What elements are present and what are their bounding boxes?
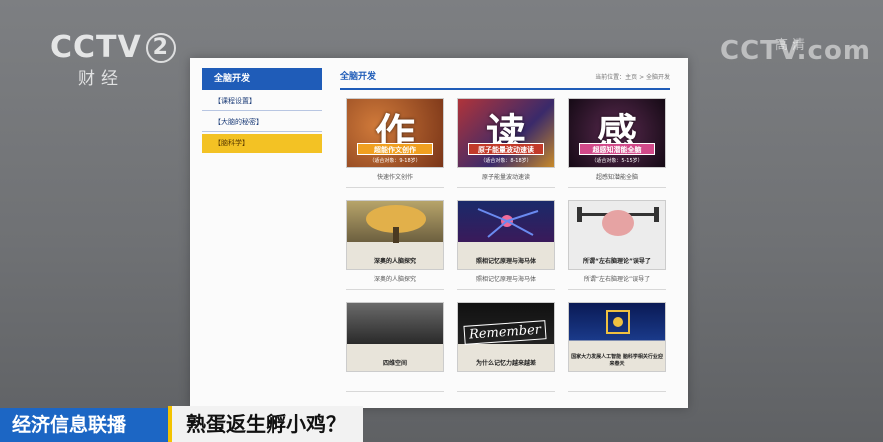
thumb-caption: 四维空间 bbox=[382, 360, 407, 367]
course-card[interactable]: Remember 为什么记忆力越来越差 bbox=[457, 302, 555, 392]
course-thumbnail[interactable]: 所谓“左右脑理论”误导了 bbox=[568, 200, 666, 270]
web-page: 全脑开发 【课程设置】 【大脑的秘密】 【脑科学】 全脑开发 当前位置：主页 >… bbox=[190, 58, 688, 408]
course-card[interactable]: 四维空间 bbox=[346, 302, 444, 392]
course-title[interactable]: 深奥的人脑探究 bbox=[346, 270, 444, 290]
main-header: 全脑开发 当前位置：主页 > 全脑开发 bbox=[340, 68, 670, 90]
thumb-caption: 深奥的人脑探究 bbox=[373, 258, 416, 265]
course-card[interactable]: 作 超能作文创作 （适合对象：9-18岁） 快速作文创作 bbox=[346, 98, 444, 188]
thumb-note: （适合对象：8-18岁） bbox=[480, 158, 532, 164]
course-thumbnail[interactable]: Remember 为什么记忆力越来越差 bbox=[457, 302, 555, 372]
course-title[interactable]: 超感知潜能全脑 bbox=[568, 168, 666, 188]
course-thumbnail[interactable]: 国家大力发展人工智能 脑科学相关行业迎来春天 bbox=[568, 302, 666, 372]
breadcrumb: 当前位置：主页 > 全脑开发 bbox=[595, 74, 670, 81]
course-thumbnail[interactable]: 读 原子能量波动速读 （适合对象：8-18岁） bbox=[457, 98, 555, 168]
course-card[interactable]: 深奥的人脑探究 深奥的人脑探究 bbox=[346, 200, 444, 290]
course-thumbnail[interactable]: 深奥的人脑探究 bbox=[346, 200, 444, 270]
course-card[interactable]: 感 超感知潜能全脑 （适合对象：5-15岁） 超感知潜能全脑 bbox=[568, 98, 666, 188]
neuron-icon bbox=[477, 208, 539, 238]
course-thumbnail[interactable]: 作 超能作文创作 （适合对象：9-18岁） bbox=[346, 98, 444, 168]
channel-sub-label: 财经 bbox=[78, 69, 124, 89]
channel-logo-text: CCTV bbox=[50, 30, 142, 65]
channel-number: 2 bbox=[145, 33, 176, 63]
sidebar-title: 全脑开发 bbox=[202, 68, 322, 90]
course-thumbnail[interactable]: 感 超感知潜能全脑 （适合对象：5-15岁） bbox=[568, 98, 666, 168]
ai-chip-icon bbox=[606, 310, 630, 334]
cctv2-logo: CCTV 2 bbox=[50, 30, 176, 65]
course-title[interactable] bbox=[346, 372, 444, 392]
course-grid: 作 超能作文创作 （适合对象：9-18岁） 快速作文创作 读 原子能量波动速读 … bbox=[346, 98, 666, 392]
program-name-banner: 经济信息联播 bbox=[0, 408, 168, 442]
sidebar: 全脑开发 【课程设置】 【大脑的秘密】 【脑科学】 bbox=[202, 68, 322, 153]
thumb-note: （适合对象：9-18岁） bbox=[369, 158, 421, 164]
thumb-banner: 超能作文创作 bbox=[357, 143, 433, 155]
brain-dumbbell-icon bbox=[577, 207, 659, 236]
thumb-note: （适合对象：5-15岁） bbox=[591, 158, 643, 164]
course-title[interactable] bbox=[568, 372, 666, 392]
course-card[interactable]: 国家大力发展人工智能 脑科学相关行业迎来春天 bbox=[568, 302, 666, 392]
thumb-caption: 国家大力发展人工智能 脑科学相关行业迎来春天 bbox=[571, 354, 663, 367]
course-title[interactable]: 照相记忆原理与海马体 bbox=[457, 270, 555, 290]
thumb-banner: 原子能量波动速读 bbox=[468, 143, 544, 155]
thumb-caption: 照相记忆原理与海马体 bbox=[475, 258, 536, 265]
sidebar-item-brain-science[interactable]: 【脑科学】 bbox=[202, 134, 322, 153]
course-title[interactable]: 所谓“左右脑理论”误导了 bbox=[568, 270, 666, 290]
thumb-caption: 为什么记忆力越来越差 bbox=[475, 360, 536, 367]
thumb-banner: 超感知潜能全脑 bbox=[579, 143, 655, 155]
sidebar-item-course-settings[interactable]: 【课程设置】 bbox=[202, 92, 322, 111]
course-card[interactable]: 所谓“左右脑理论”误导了 所谓“左右脑理论”误导了 bbox=[568, 200, 666, 290]
course-title[interactable]: 原子能量波动速读 bbox=[457, 168, 555, 188]
course-title[interactable] bbox=[457, 372, 555, 392]
course-thumbnail[interactable]: 照相记忆原理与海马体 bbox=[457, 200, 555, 270]
course-title[interactable]: 快速作文创作 bbox=[346, 168, 444, 188]
course-card[interactable]: 照相记忆原理与海马体 照相记忆原理与海马体 bbox=[457, 200, 555, 290]
sidebar-item-brain-secrets[interactable]: 【大脑的秘密】 bbox=[202, 113, 322, 132]
headline-banner: 熟蛋返生孵小鸡？ bbox=[168, 406, 363, 442]
thumb-remember-text: Remember bbox=[463, 320, 547, 345]
main-content: 全脑开发 当前位置：主页 > 全脑开发 作 超能作文创作 （适合对象：9-18岁… bbox=[340, 68, 670, 392]
course-thumbnail[interactable]: 四维空间 bbox=[346, 302, 444, 372]
hd-badge: 高清 bbox=[775, 38, 810, 53]
brain-tree-icon bbox=[366, 205, 426, 243]
course-card[interactable]: 读 原子能量波动速读 （适合对象：8-18岁） 原子能量波动速读 bbox=[457, 98, 555, 188]
thumb-caption: 所谓“左右脑理论”误导了 bbox=[583, 258, 651, 265]
